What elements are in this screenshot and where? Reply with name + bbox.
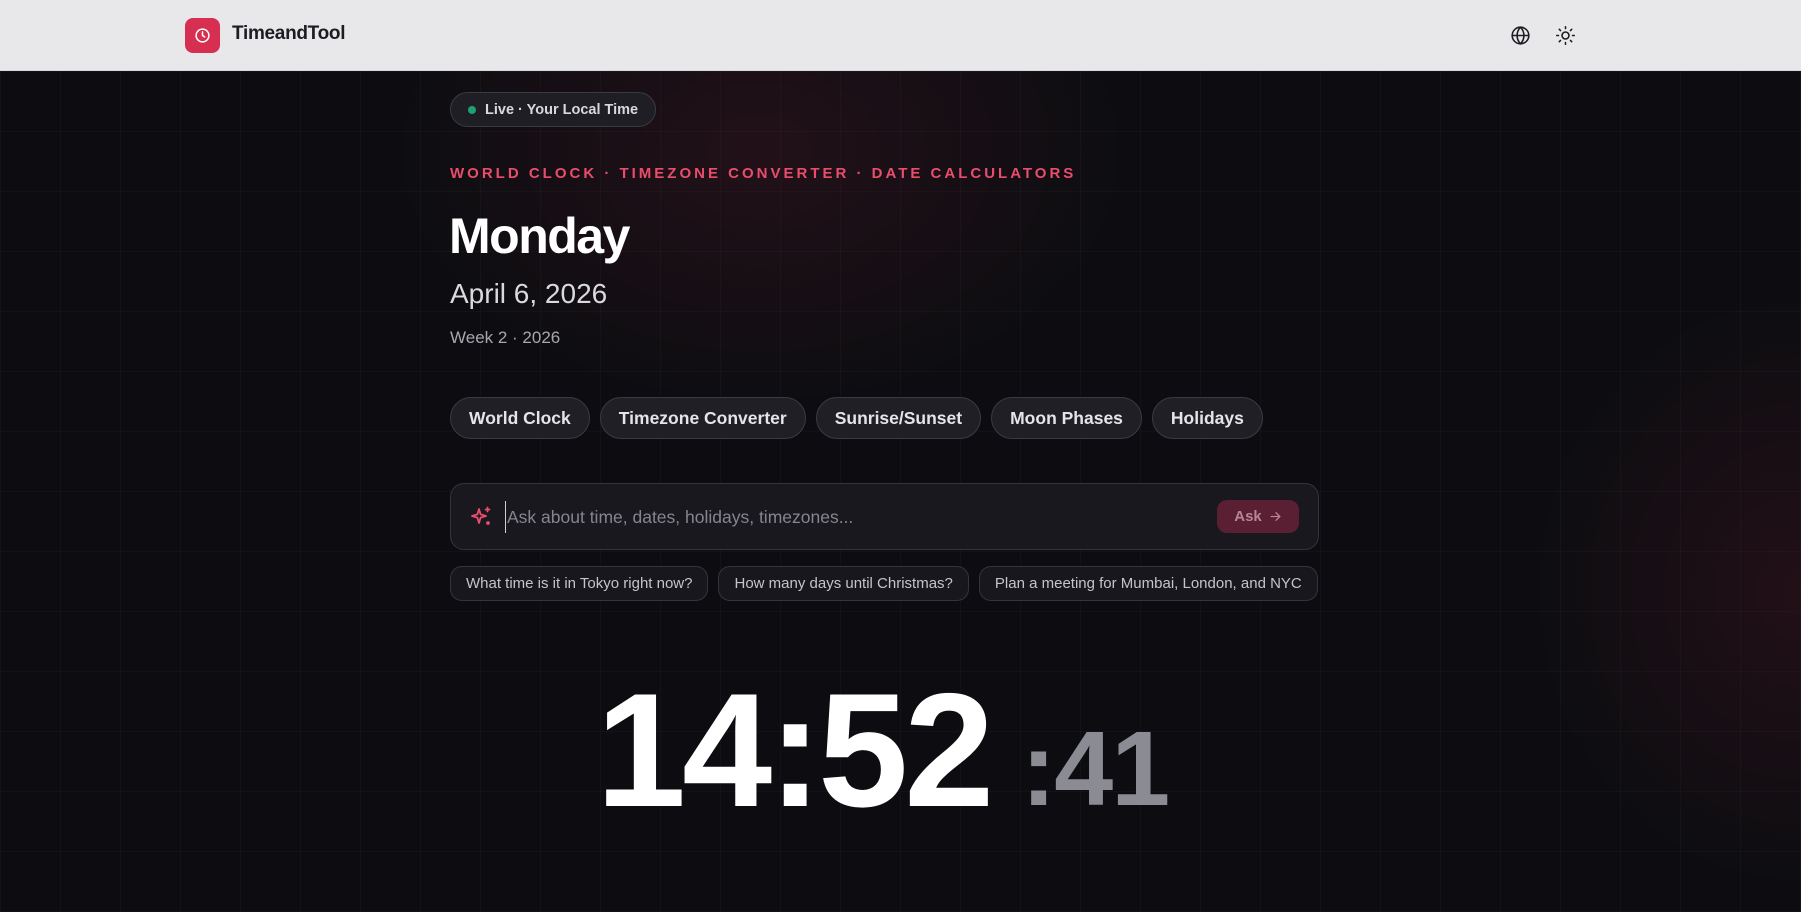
brand-name[interactable]: TimeandTool	[232, 23, 345, 45]
digital-clock: 14:52 :41	[0, 660, 1801, 841]
nav-moon-phases[interactable]: Moon Phases	[991, 397, 1142, 439]
nav-sunrise-sunset[interactable]: Sunrise/Sunset	[815, 397, 982, 439]
suggestion-chip-meeting[interactable]: Plan a meeting for Mumbai, London, and N…	[978, 566, 1318, 601]
tool-nav: World Clock Timezone Converter Sunrise/S…	[450, 397, 1263, 439]
nav-world-clock[interactable]: World Clock	[450, 397, 590, 439]
live-status-label: Live · Your Local Time	[485, 101, 639, 118]
suggestion-list: What time is it in Tokyo right now? How …	[450, 566, 1318, 601]
suggestion-chip-tokyo[interactable]: What time is it in Tokyo right now?	[450, 566, 709, 601]
arrow-right-icon	[1270, 512, 1281, 521]
live-dot-icon	[468, 105, 476, 114]
suggestion-chip-christmas[interactable]: How many days until Christmas?	[718, 566, 969, 601]
brand-logo[interactable]	[185, 18, 220, 53]
top-navbar: TimeandTool	[0, 0, 1801, 71]
globe-icon[interactable]	[1509, 24, 1531, 46]
clock-hours-minutes: 14:52	[596, 660, 994, 841]
clock-icon	[195, 28, 210, 43]
sparkle-icon	[471, 506, 491, 525]
sun-icon[interactable]	[1554, 24, 1576, 46]
nav-holidays[interactable]: Holidays	[1151, 397, 1263, 439]
current-date: April 6, 2026	[450, 278, 608, 309]
current-day: Monday	[449, 208, 630, 264]
nav-timezone-converter[interactable]: Timezone Converter	[599, 397, 806, 439]
main-content: Live · Your Local Time WORLD CLOCK · TIM…	[0, 71, 1801, 912]
ask-button[interactable]: Ask	[1217, 500, 1299, 533]
ask-button-label: Ask	[1234, 508, 1262, 525]
ask-box: Ask	[450, 483, 1319, 550]
current-week: Week 2 · 2026	[450, 328, 561, 347]
clock-seconds: :41	[1021, 710, 1170, 828]
ask-input[interactable]	[505, 501, 1197, 533]
live-status-badge: Live · Your Local Time	[450, 92, 657, 127]
eyebrow-tagline: WORLD CLOCK · TIMEZONE CONVERTER · DATE …	[450, 165, 1077, 182]
